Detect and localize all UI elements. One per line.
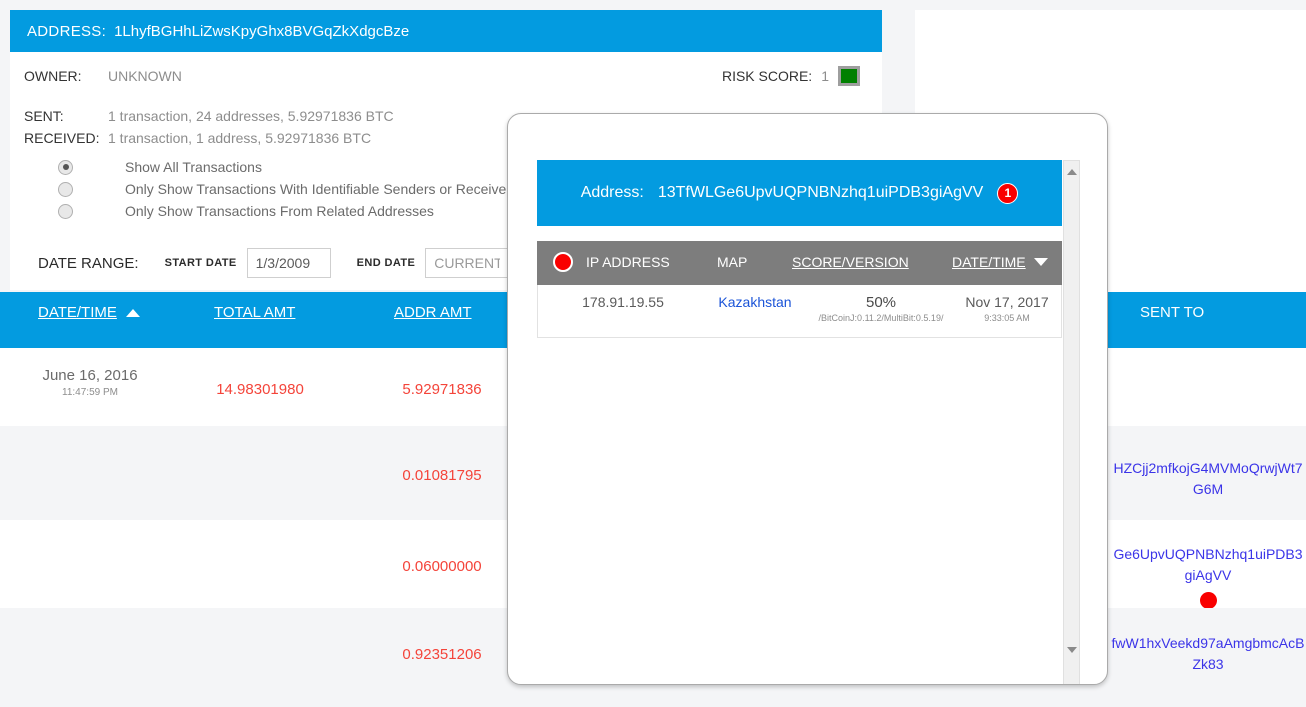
date-range-label: DATE RANGE: — [38, 254, 139, 272]
end-date-label: END DATE — [356, 257, 416, 269]
radio-option-show-all[interactable]: Show All Transactions — [58, 156, 518, 178]
column-header-label: MAP — [717, 254, 748, 270]
column-header-label: DATE/TIME — [952, 254, 1026, 270]
radio-button-icon[interactable] — [58, 203, 73, 219]
radio-option-identifiable[interactable]: Only Show Transactions With Identifiable… — [58, 178, 518, 200]
column-header-label: IP ADDRESS — [586, 254, 670, 270]
cell-sent-to: HZCjj2mfkojG4MVMoQrwjWt7G6M — [1110, 458, 1306, 500]
column-header-label: SCORE/VERSION — [792, 254, 909, 270]
client-version: /BitCoinJ:0.11.2/MultiBit:0.5.19/ — [818, 313, 944, 323]
row-date: June 16, 2016 — [42, 367, 138, 384]
cell-addr-amt: 0.92351206 — [402, 646, 482, 663]
score-percent: 50% — [865, 294, 897, 311]
address-value: 1LhyfBGHhLiZwsKpyGhx8BVGqZkXdgcBze — [114, 22, 410, 40]
radio-button-icon[interactable] — [58, 181, 73, 197]
sent-to-address[interactable]: Ge6UpvUQPNBNzhq1uiPDB3giAgVV — [1110, 544, 1306, 586]
column-header-label: SENT TO — [1140, 304, 1205, 321]
cell-sent-to: fwW1hxVeekd97aAmgbmcAcBZk83 — [1110, 633, 1306, 675]
modal-count-badge: 1 — [997, 182, 1019, 204]
start-date-label: START DATE — [164, 257, 237, 269]
sent-to-address[interactable]: fwW1hxVeekd97aAmgbmcAcBZk83 — [1110, 633, 1306, 675]
column-header-date-time[interactable]: DATE/TIME — [38, 304, 140, 321]
risk-score-label: RISK SCORE: — [721, 68, 813, 84]
modal-cell-date-time: Nov 17, 2017 9:33:05 AM — [952, 294, 1062, 323]
modal-table-header: IP ADDRESS MAP SCORE/VERSION DATE/TIME — [537, 241, 1062, 285]
start-date-input[interactable] — [246, 248, 331, 278]
modal-cell-score-version: 50% /BitCoinJ:0.11.2/MultiBit:0.5.19/ — [806, 294, 956, 323]
modal-column-header-date-time[interactable]: DATE/TIME — [952, 254, 1048, 270]
scroll-up-icon[interactable] — [1067, 169, 1077, 175]
sort-descending-icon — [1033, 258, 1048, 266]
address-label: ADDRESS: — [27, 22, 107, 40]
radio-option-related-addresses[interactable]: Only Show Transactions From Related Addr… — [58, 200, 518, 222]
radio-label: Only Show Transactions With Identifiable… — [125, 181, 518, 197]
column-header-sent-to[interactable]: SENT TO — [1140, 304, 1204, 321]
risk-score: RISK SCORE: 1 — [722, 66, 860, 86]
received-value: 1 transaction, 1 address, 5.92971836 BTC — [108, 130, 372, 146]
modal-address-label: Address: — [580, 184, 644, 201]
received-label: RECEIVED: — [24, 130, 100, 146]
column-header-total-amt[interactable]: TOTAL AMT — [214, 304, 295, 321]
column-header-addr-amt[interactable]: ADDR AMT — [394, 304, 472, 321]
ip-address-modal: Address: 13TfWLGe6UpvUQPNBNzhq1uiPDB3giA… — [507, 113, 1108, 685]
marker-legend-icon — [553, 252, 573, 272]
row-time: 11:47:59 PM — [62, 387, 118, 398]
cell-addr-amt: 5.92971836 — [402, 381, 482, 398]
modal-table-row[interactable]: 178.91.19.55 Kazakhstan 50% /BitCoinJ:0.… — [537, 285, 1062, 338]
cell-total-amt: 14.98301980 — [216, 381, 304, 398]
sent-value: 1 transaction, 24 addresses, 5.92971836 … — [108, 108, 394, 124]
modal-scrollbar[interactable] — [1063, 160, 1080, 684]
modal-cell-map[interactable]: Kazakhstan — [700, 294, 810, 310]
owner-value: UNKNOWN — [108, 68, 182, 84]
modal-column-header-map[interactable]: MAP — [717, 254, 747, 270]
modal-column-header-score-version[interactable]: SCORE/VERSION — [792, 254, 909, 270]
owner-label: OWNER: — [24, 68, 82, 84]
sent-label: SENT: — [24, 108, 64, 124]
modal-row-time: 9:33:05 AM — [984, 313, 1030, 323]
date-range-controls: DATE RANGE: START DATE END DATE — [38, 248, 510, 278]
scroll-down-icon[interactable] — [1067, 647, 1077, 653]
sent-to-address[interactable]: HZCjj2mfkojG4MVMoQrwjWt7G6M — [1110, 458, 1306, 500]
end-date-input[interactable] — [425, 248, 510, 278]
radio-label: Show All Transactions — [125, 159, 262, 175]
selected-marker-icon — [1199, 592, 1217, 609]
radio-label: Only Show Transactions From Related Addr… — [125, 203, 434, 219]
risk-score-badge — [838, 66, 860, 86]
cell-sent-to: Ge6UpvUQPNBNzhq1uiPDB3giAgVV — [1110, 544, 1306, 609]
modal-cell-ip-address: 178.91.19.55 — [582, 294, 664, 310]
modal-address-value: 13TfWLGe6UpvUQPNBNzhq1uiPDB3giAgVV — [657, 184, 984, 201]
cell-date-time: June 16, 2016 11:47:59 PM — [10, 367, 170, 398]
modal-column-header-ip-address[interactable]: IP ADDRESS — [586, 254, 670, 270]
column-header-label: TOTAL AMT — [214, 304, 296, 321]
modal-row-date: Nov 17, 2017 — [965, 294, 1049, 310]
radio-button-icon[interactable] — [58, 159, 73, 175]
transaction-filter-group: Show All Transactions Only Show Transact… — [58, 156, 518, 222]
cell-addr-amt: 0.01081795 — [402, 467, 482, 484]
cell-addr-amt: 0.06000000 — [402, 558, 482, 575]
sort-ascending-icon — [125, 308, 140, 317]
app-root: ADDRESS: 1LhyfBGHhLiZwsKpyGhx8BVGqZkXdgc… — [0, 0, 1306, 707]
column-header-label: ADDR AMT — [394, 304, 472, 321]
modal-address-header: Address: 13TfWLGe6UpvUQPNBNzhq1uiPDB3giA… — [537, 160, 1062, 226]
address-banner: ADDRESS: 1LhyfBGHhLiZwsKpyGhx8BVGqZkXdgc… — [10, 10, 882, 52]
column-header-label: DATE/TIME — [38, 304, 117, 321]
risk-score-value: 1 — [821, 68, 829, 84]
